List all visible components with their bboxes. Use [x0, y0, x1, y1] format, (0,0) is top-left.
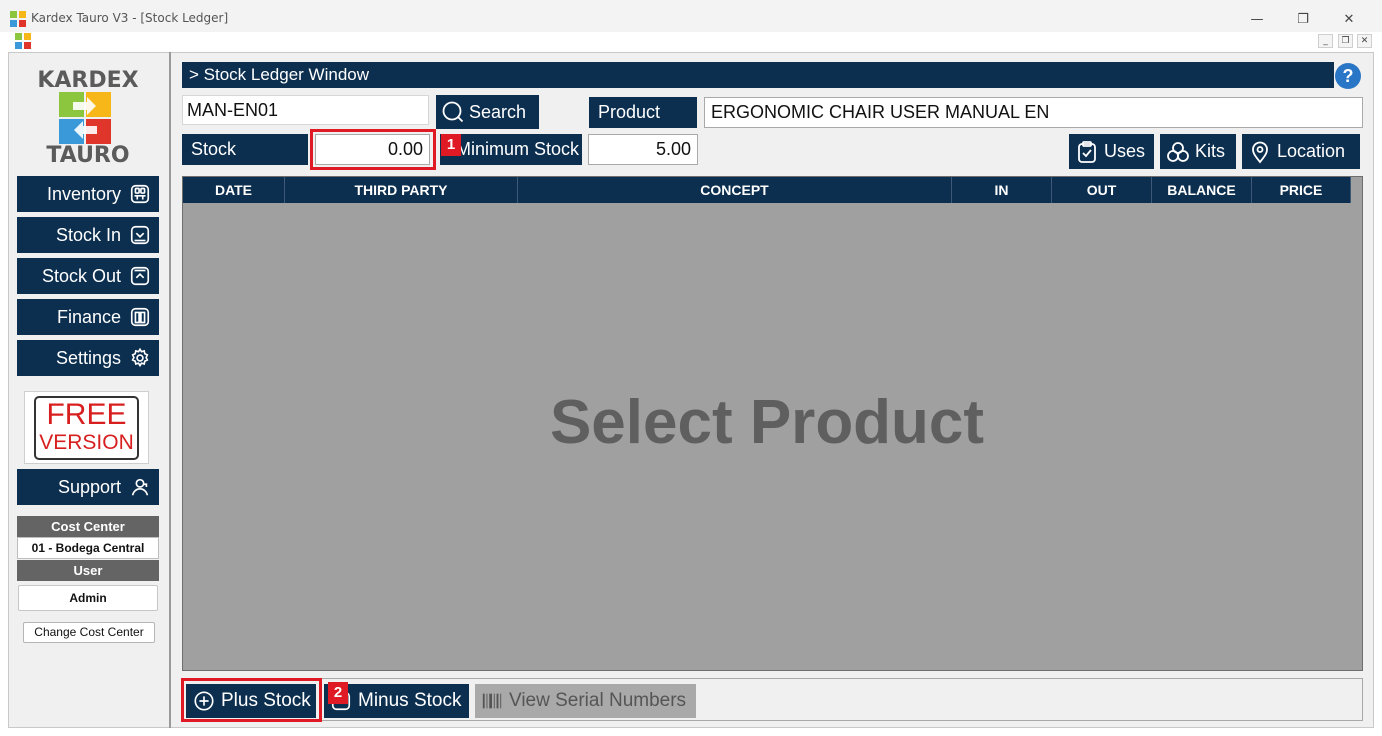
empty-state-message: Select Product: [549, 388, 985, 457]
uses-button[interactable]: Uses: [1069, 134, 1154, 169]
kits-label: Kits: [1195, 141, 1226, 161]
sidebar-item-stock-in[interactable]: Stock In: [17, 217, 159, 253]
inventory-icon: [130, 184, 150, 204]
mdi-app-icon: [15, 33, 31, 49]
product-label: Product: [589, 97, 697, 128]
search-button[interactable]: Search: [436, 95, 539, 129]
location-button[interactable]: Location: [1242, 134, 1360, 169]
support-label: Support: [57, 476, 121, 497]
column-header-date[interactable]: DATE: [183, 177, 285, 203]
kardex-logo-icon: [59, 92, 111, 144]
column-header-out[interactable]: OUT: [1052, 177, 1152, 203]
logo-text-bottom: TAURO: [46, 143, 130, 168]
cost-center-value: 01 - Bodega Central: [17, 537, 159, 559]
help-button[interactable]: ?: [1335, 63, 1361, 89]
user-label: User: [17, 560, 159, 581]
uses-label: Uses: [1104, 141, 1146, 161]
sidebar-item-label: Settings: [55, 347, 121, 368]
highlight-box-1: [310, 129, 436, 170]
location-label: Location: [1277, 141, 1346, 161]
stock-in-icon: [130, 225, 150, 245]
free-version-badge: FREE VERSION: [24, 391, 149, 464]
mdi-restore-button[interactable]: ❐: [1338, 34, 1353, 48]
ledger-grid[interactable]: DATE THIRD PARTY CONCEPT IN OUT BALANCE …: [182, 176, 1363, 671]
barcode-icon: [482, 693, 502, 709]
highlight-box-2: [181, 678, 322, 722]
stock-out-icon: [130, 266, 150, 286]
sidebar-item-settings[interactable]: Settings: [17, 340, 159, 376]
free-version-line1: FREE: [46, 398, 127, 431]
sidebar-item-finance[interactable]: Finance: [17, 299, 159, 335]
gear-icon: [131, 347, 149, 368]
stock-label: Stock: [182, 134, 308, 165]
column-header-concept[interactable]: CONCEPT: [518, 177, 952, 203]
app-logo-icon: [10, 11, 26, 27]
title-bar: Kardex Tauro V3 - [Stock Ledger] — ❐ ✕: [0, 0, 1382, 32]
search-label: Search: [469, 101, 527, 122]
change-cost-center-button[interactable]: Change Cost Center: [23, 622, 155, 643]
sidebar-item-stock-out[interactable]: Stock Out: [17, 258, 159, 294]
view-serial-numbers-button[interactable]: View Serial Numbers: [475, 684, 696, 718]
column-header-price[interactable]: PRICE: [1252, 177, 1351, 203]
kits-icon: [1167, 141, 1189, 162]
clipboard-check-icon: [1078, 140, 1096, 163]
product-code-input[interactable]: MAN-EN01: [182, 95, 429, 125]
window-title: Kardex Tauro V3 - [Stock Ledger]: [31, 11, 229, 25]
restore-button[interactable]: ❐: [1280, 6, 1326, 32]
free-version-line2: VERSION: [39, 431, 134, 454]
kits-button[interactable]: Kits: [1160, 134, 1236, 169]
mdi-bar: _ ❐ ✕: [0, 32, 1382, 50]
highlight-badge-1: 1: [441, 134, 461, 156]
book-icon: [130, 307, 150, 327]
column-header-balance[interactable]: BALANCE: [1152, 177, 1252, 203]
free-version-logo: FREE VERSION: [34, 396, 139, 460]
support-agent-icon: [131, 478, 149, 496]
product-name-field: ERGONOMIC CHAIR USER MANUAL EN: [704, 97, 1363, 128]
mdi-close-button[interactable]: ✕: [1357, 34, 1372, 48]
column-header-in[interactable]: IN: [952, 177, 1052, 203]
mdi-minimize-button[interactable]: _: [1318, 34, 1333, 48]
minimum-stock-value-field: 5.00: [588, 134, 698, 165]
sidebar-item-label: Inventory: [46, 183, 121, 204]
window-header: > Stock Ledger Window: [182, 62, 1334, 88]
close-button[interactable]: ✕: [1326, 6, 1372, 32]
logo-text-top: KARDEX: [37, 68, 139, 93]
sidebar-divider: [169, 52, 171, 728]
minimize-button[interactable]: —: [1234, 6, 1280, 32]
sidebar-item-label: Stock Out: [41, 265, 121, 286]
location-pin-icon: [1252, 141, 1268, 163]
view-serial-numbers-label: View Serial Numbers: [509, 690, 687, 711]
user-value: Admin: [18, 585, 158, 611]
minus-stock-label: Minus Stock: [358, 690, 462, 711]
support-button[interactable]: Support: [17, 469, 159, 505]
search-icon: [442, 101, 464, 123]
cost-center-label: Cost Center: [17, 516, 159, 537]
highlight-badge-2: 2: [328, 682, 348, 704]
column-header-third-party[interactable]: THIRD PARTY: [285, 177, 518, 203]
grid-header-row: DATE THIRD PARTY CONCEPT IN OUT BALANCE …: [183, 177, 1351, 203]
sidebar-item-inventory[interactable]: Inventory: [17, 176, 159, 212]
sidebar-item-label: Finance: [56, 306, 121, 327]
sidebar-item-label: Stock In: [55, 224, 121, 245]
minimum-stock-label: Minimum Stock: [440, 134, 582, 165]
